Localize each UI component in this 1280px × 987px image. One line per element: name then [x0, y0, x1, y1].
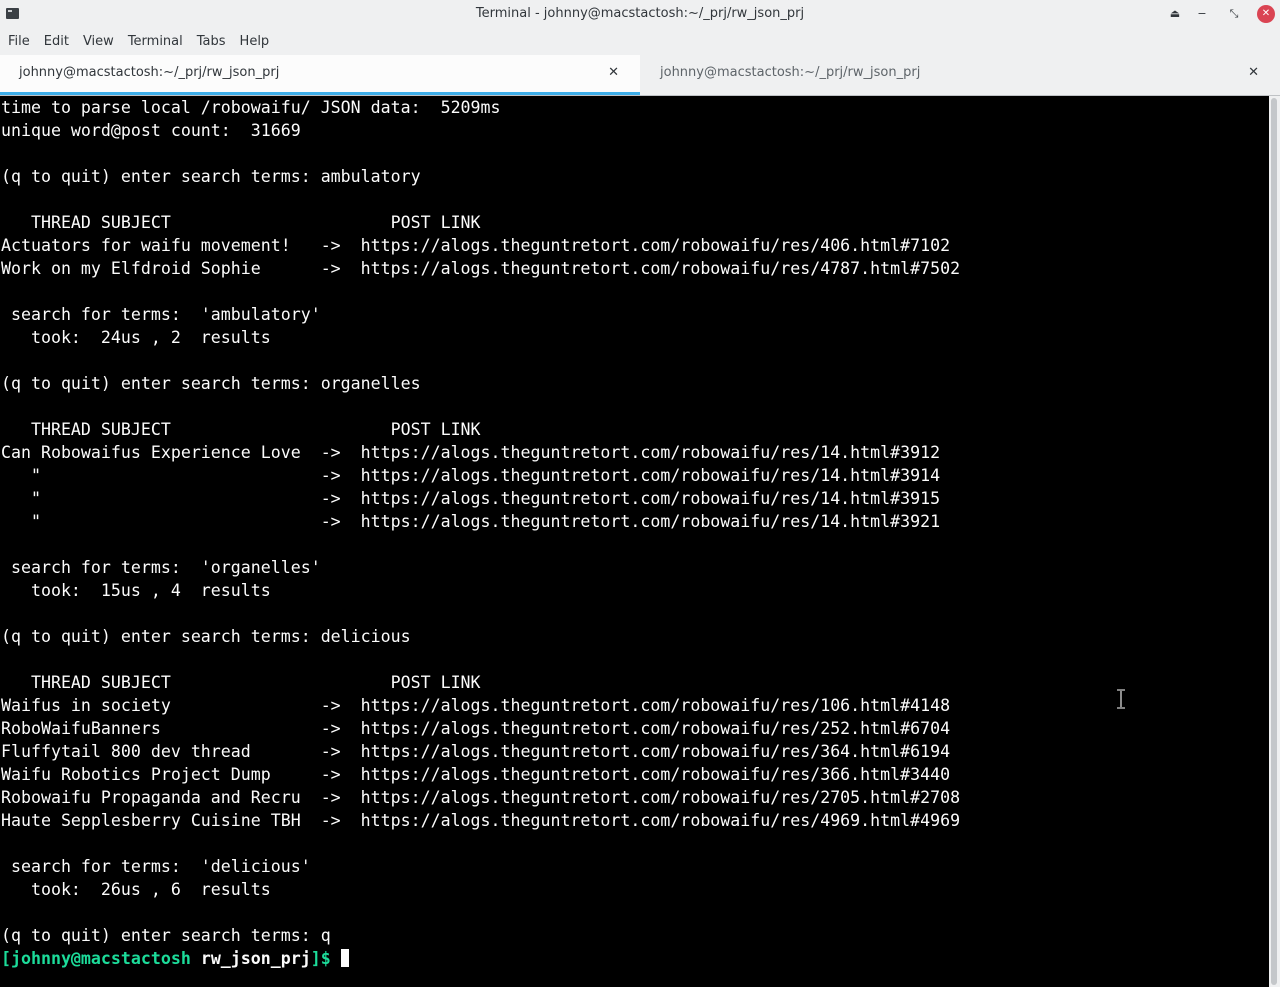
terminal-line: (q to quit) enter search terms: q [1, 926, 331, 945]
terminal-line: search for terms: 'ambulatory' [1, 305, 321, 324]
terminal-line: THREAD SUBJECT POST LINK [1, 213, 481, 232]
terminal-line: RoboWaifuBanners -> https://alogs.thegun… [1, 719, 951, 738]
minimize-icon[interactable]: − [1193, 5, 1211, 23]
menu-file[interactable]: File [0, 28, 37, 55]
prompt-user-host: [johnny@macstactosh [1, 949, 191, 968]
terminal-line: THREAD SUBJECT POST LINK [1, 420, 481, 439]
tab-2-label: johnny@macstactosh:~/_prj/rw_json_prj [660, 65, 921, 80]
scrollbar-thumb[interactable] [1271, 98, 1277, 985]
terminal-line: took: 26us , 6 results [1, 880, 271, 899]
terminal-line: Waifus in society -> https://alogs.thegu… [1, 696, 951, 715]
terminal-line: search for terms: 'organelles' [1, 558, 321, 577]
menu-edit[interactable]: Edit [37, 28, 76, 55]
menu-help[interactable]: Help [233, 28, 277, 55]
title-bar: Terminal - johnny@macstactosh:~/_prj/rw_… [0, 0, 1280, 29]
tab-2[interactable]: johnny@macstactosh:~/_prj/rw_json_prj ✕ [640, 55, 1280, 95]
terminal-line: time to parse local /robowaifu/ JSON dat… [1, 98, 501, 117]
terminal-line: Fluffytail 800 dev thread -> https://alo… [1, 742, 951, 761]
terminal-line: took: 15us , 4 results [1, 581, 271, 600]
terminal-line: Waifu Robotics Project Dump -> https://a… [1, 765, 951, 784]
terminal-line: unique word@post count: 31669 [1, 121, 301, 140]
tab-2-close-icon[interactable]: ✕ [1248, 55, 1259, 91]
menu-view[interactable]: View [76, 28, 121, 55]
terminal-line: " -> https://alogs.theguntretort.com/rob… [1, 489, 941, 508]
terminal-line: Robowaifu Propaganda and Recru -> https:… [1, 788, 961, 807]
menu-tabs[interactable]: Tabs [190, 28, 233, 55]
tab-1-close-icon[interactable]: ✕ [608, 55, 619, 91]
block-cursor [340, 949, 349, 967]
tab-bar: johnny@macstactosh:~/_prj/rw_json_prj ✕ … [0, 55, 1280, 96]
terminal-line: search for terms: 'delicious' [1, 857, 311, 876]
prompt-suffix: ]$ [310, 949, 331, 968]
terminal-output[interactable]: time to parse local /robowaifu/ JSON dat… [0, 96, 1269, 987]
terminal-line: (q to quit) enter search terms: organell… [1, 374, 421, 393]
terminal-line: took: 24us , 2 results [1, 328, 271, 347]
terminal-line: Haute Sepplesberry Cuisine TBH -> https:… [1, 811, 961, 830]
terminal-lines: time to parse local /robowaifu/ JSON dat… [1, 96, 960, 970]
menu-terminal[interactable]: Terminal [121, 28, 190, 55]
terminal-line: Work on my Elfdroid Sophie -> https://al… [1, 259, 961, 278]
close-window-icon[interactable]: ✕ [1257, 5, 1275, 23]
shell-prompt[interactable]: [johnny@macstactosh rw_json_prj]$ [1, 947, 960, 970]
restore-icon[interactable]: ⤡ [1225, 5, 1243, 23]
keep-above-icon[interactable]: ⏏ [1166, 5, 1184, 23]
text-cursor-icon [1117, 689, 1125, 709]
terminal-line: Actuators for waifu movement! -> https:/… [1, 236, 951, 255]
terminal-line: (q to quit) enter search terms: deliciou… [1, 627, 411, 646]
menu-bar: File Edit View Terminal Tabs Help [0, 28, 1280, 55]
terminal-line: " -> https://alogs.theguntretort.com/rob… [1, 512, 941, 531]
tab-1-label: johnny@macstactosh:~/_prj/rw_json_prj [19, 65, 280, 80]
terminal-line: (q to quit) enter search terms: ambulato… [1, 167, 421, 186]
terminal-scrollbar[interactable] [1269, 96, 1280, 987]
tab-1[interactable]: johnny@macstactosh:~/_prj/rw_json_prj ✕ [0, 55, 640, 95]
prompt-directory: rw_json_prj [200, 949, 311, 968]
terminal-line: Can Robowaifus Experience Love -> https:… [1, 443, 941, 462]
terminal-line: THREAD SUBJECT POST LINK [1, 673, 481, 692]
window-title: Terminal - johnny@macstactosh:~/_prj/rw_… [475, 6, 805, 21]
terminal-line: " -> https://alogs.theguntretort.com/rob… [1, 466, 941, 485]
